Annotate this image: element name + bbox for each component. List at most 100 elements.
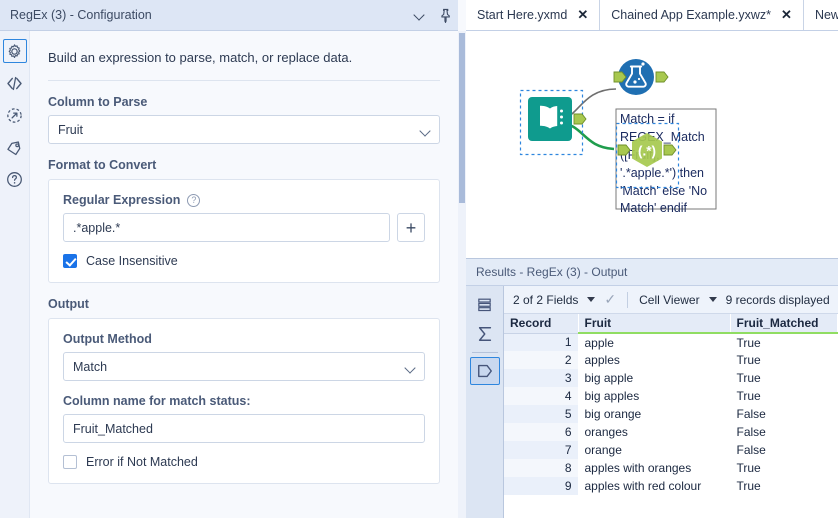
column-to-parse-value: Fruit bbox=[58, 123, 83, 137]
cell-fruit-matched[interactable]: True bbox=[730, 459, 838, 477]
cell-fruit[interactable]: apple bbox=[578, 333, 730, 351]
table-row[interactable]: 9apples with red colourTrue bbox=[504, 477, 838, 495]
output-method-select[interactable]: Match bbox=[63, 352, 425, 381]
input-tool-output-anchor bbox=[574, 114, 586, 124]
cell-fruit-matched[interactable]: True bbox=[730, 369, 838, 387]
cell-record[interactable]: 9 bbox=[504, 477, 578, 495]
chevron-down-icon[interactable] bbox=[709, 297, 717, 302]
divider bbox=[627, 292, 628, 308]
cell-fruit-matched[interactable]: False bbox=[730, 441, 838, 459]
column-to-parse-label: Column to Parse bbox=[48, 95, 440, 109]
results-toolbar: 2 of 2 Fields ✓ Cell Viewer 9 records di… bbox=[504, 286, 838, 314]
close-icon[interactable]: ✕ bbox=[781, 7, 792, 23]
results-data-grid[interactable]: Record Fruit Fruit_Matched 1appleTrue2ap… bbox=[504, 314, 838, 518]
code-brackets-icon[interactable] bbox=[3, 71, 27, 95]
configuration-titlebar: RegEx (3) - Configuration bbox=[0, 0, 458, 31]
cell-fruit-matched[interactable]: False bbox=[730, 423, 838, 441]
workspace-area: Start Here.yxmd ✕ Chained App Example.yx… bbox=[466, 0, 838, 518]
cell-fruit[interactable]: oranges bbox=[578, 423, 730, 441]
table-header-row: Record Fruit Fruit_Matched bbox=[504, 314, 838, 333]
pin-panel-button[interactable] bbox=[432, 2, 458, 28]
chevron-down-icon[interactable] bbox=[587, 297, 595, 302]
annotation-line-4: '.*apple.*') then bbox=[620, 166, 704, 180]
table-row[interactable]: 5big orangeFalse bbox=[504, 405, 838, 423]
cell-fruit[interactable]: big apples bbox=[578, 387, 730, 405]
cell-record[interactable]: 6 bbox=[504, 423, 578, 441]
regular-expression-input[interactable]: .*apple.* bbox=[63, 213, 390, 242]
cell-record[interactable]: 5 bbox=[504, 405, 578, 423]
column-header-fruit-matched[interactable]: Fruit_Matched bbox=[730, 314, 838, 333]
formula-tool-output-anchor bbox=[656, 72, 668, 82]
table-row[interactable]: 2applesTrue bbox=[504, 351, 838, 369]
table-row[interactable]: 1appleTrue bbox=[504, 333, 838, 351]
cell-fruit-matched[interactable]: True bbox=[730, 387, 838, 405]
add-expression-button[interactable]: + bbox=[397, 213, 425, 242]
column-to-parse-select[interactable]: Fruit bbox=[48, 115, 440, 144]
configuration-icon-rail bbox=[0, 31, 30, 518]
regular-expression-label-row: Regular Expression ? bbox=[63, 193, 425, 207]
table-row[interactable]: 6orangesFalse bbox=[504, 423, 838, 441]
error-if-not-matched-checkbox[interactable] bbox=[63, 455, 77, 469]
collapse-panel-button[interactable] bbox=[406, 2, 432, 28]
text-input-tool[interactable] bbox=[528, 97, 572, 141]
configuration-content: Build an expression to parse, match, or … bbox=[30, 31, 458, 518]
table-row[interactable]: 3big appleTrue bbox=[504, 369, 838, 387]
tab-new-workflow[interactable]: New Wor bbox=[804, 0, 838, 30]
annotation-line-5: 'Match' else 'No bbox=[620, 184, 707, 198]
run-arrow-icon[interactable] bbox=[3, 103, 27, 127]
cell-fruit-matched[interactable]: True bbox=[730, 333, 838, 351]
chevron-down-icon bbox=[404, 362, 415, 373]
table-row[interactable]: 4big applesTrue bbox=[504, 387, 838, 405]
checkmark-icon[interactable]: ✓ bbox=[604, 291, 616, 308]
cell-viewer-label[interactable]: Cell Viewer bbox=[639, 293, 699, 307]
cell-fruit[interactable]: big orange bbox=[578, 405, 730, 423]
tab-label: Chained App Example.yxwz* bbox=[611, 8, 771, 22]
cell-fruit[interactable]: orange bbox=[578, 441, 730, 459]
summary-sigma-icon[interactable] bbox=[470, 320, 500, 348]
pin-icon bbox=[438, 8, 453, 23]
cell-record[interactable]: 3 bbox=[504, 369, 578, 387]
cell-fruit-matched[interactable]: True bbox=[730, 351, 838, 369]
output-method-label: Output Method bbox=[63, 332, 425, 346]
output-anchor-icon[interactable] bbox=[470, 357, 500, 385]
cell-fruit[interactable]: apples with oranges bbox=[578, 459, 730, 477]
configuration-panel: RegEx (3) - Configuration bbox=[0, 0, 466, 518]
format-to-convert-group: Regular Expression ? .*apple.* + Case In… bbox=[48, 179, 440, 283]
regex-tool-label: (.*) bbox=[638, 144, 656, 159]
cell-record[interactable]: 1 bbox=[504, 333, 578, 351]
cell-fruit[interactable]: apples with red colour bbox=[578, 477, 730, 495]
fields-count-label[interactable]: 2 of 2 Fields bbox=[513, 293, 578, 307]
cell-fruit[interactable]: big apple bbox=[578, 369, 730, 387]
match-status-column-label: Column name for match status: bbox=[63, 394, 425, 408]
application-window: RegEx (3) - Configuration bbox=[0, 0, 838, 518]
tab-start-here[interactable]: Start Here.yxmd ✕ bbox=[466, 0, 600, 30]
cell-record[interactable]: 8 bbox=[504, 459, 578, 477]
tag-icon[interactable] bbox=[3, 135, 27, 159]
cell-fruit-matched[interactable]: True bbox=[730, 477, 838, 495]
cell-fruit-matched[interactable]: False bbox=[730, 405, 838, 423]
match-status-column-input[interactable]: Fruit_Matched bbox=[63, 414, 425, 443]
question-icon[interactable] bbox=[3, 167, 27, 191]
cell-fruit[interactable]: apples bbox=[578, 351, 730, 369]
configuration-title: RegEx (3) - Configuration bbox=[0, 8, 406, 22]
regular-expression-input-row: .*apple.* + bbox=[63, 213, 425, 242]
error-if-not-matched-row[interactable]: Error if Not Matched bbox=[63, 455, 425, 469]
table-row[interactable]: 7orangeFalse bbox=[504, 441, 838, 459]
case-insensitive-row[interactable]: Case Insensitive bbox=[63, 254, 425, 268]
workflow-canvas[interactable]: Match = if REGEX_Match ([Fruit], '.*appl… bbox=[466, 31, 838, 258]
configuration-scrollbar-thumb[interactable] bbox=[459, 33, 465, 203]
tab-label: New Wor bbox=[815, 8, 838, 22]
gear-icon[interactable] bbox=[3, 39, 27, 63]
column-header-fruit[interactable]: Fruit bbox=[578, 314, 730, 333]
document-tabstrip: Start Here.yxmd ✕ Chained App Example.yx… bbox=[466, 0, 838, 31]
table-row[interactable]: 8apples with orangesTrue bbox=[504, 459, 838, 477]
question-icon[interactable]: ? bbox=[187, 194, 200, 207]
close-icon[interactable]: ✕ bbox=[577, 7, 588, 23]
tab-chained-app-example[interactable]: Chained App Example.yxwz* ✕ bbox=[600, 0, 804, 30]
case-insensitive-checkbox[interactable] bbox=[63, 254, 77, 268]
cell-record[interactable]: 2 bbox=[504, 351, 578, 369]
column-header-record[interactable]: Record bbox=[504, 314, 578, 333]
cell-record[interactable]: 7 bbox=[504, 441, 578, 459]
table-icon[interactable] bbox=[470, 290, 500, 318]
cell-record[interactable]: 4 bbox=[504, 387, 578, 405]
